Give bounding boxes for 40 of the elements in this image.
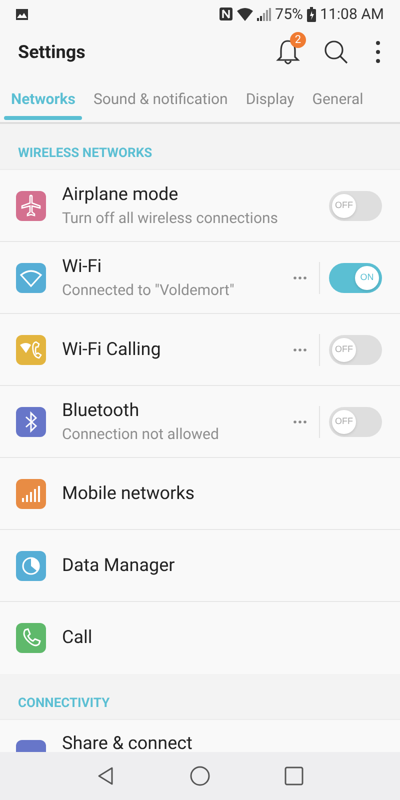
setting-title: Wi-Fi Calling: [62, 338, 162, 362]
tab[interactable]: Display: [238, 76, 302, 122]
screen-title: Settings: [18, 40, 86, 64]
setting-title: Bluetooth: [62, 398, 140, 422]
toggle-switch[interactable]: OFF: [329, 334, 382, 364]
nfc-icon: [219, 7, 234, 21]
notification-badge: 2: [290, 32, 306, 48]
battery-percent: 75%: [275, 4, 304, 25]
battery-icon: [307, 6, 316, 22]
switch-label: ON: [355, 266, 379, 290]
clock-time: 11:08 AM: [320, 4, 384, 25]
setting-title: Airplane mode: [62, 182, 180, 206]
setting-title: Wi-Fi: [62, 254, 103, 278]
section-header: WIRELESS NETWORKS: [18, 144, 152, 162]
recent-apps-button[interactable]: [282, 764, 306, 788]
setting-description: Connection not allowed: [62, 424, 220, 444]
tab[interactable]: Sound & notification: [86, 76, 235, 122]
tab[interactable]: General: [305, 76, 370, 122]
tab[interactable]: Networks: [4, 76, 82, 122]
switch-label: OFF: [332, 194, 356, 218]
toggle-switch[interactable]: ON: [329, 262, 382, 292]
kebab-menu-icon[interactable]: [375, 40, 381, 64]
switch-label: OFF: [332, 410, 356, 434]
image-icon: [16, 8, 28, 20]
signal-icon: [257, 8, 272, 20]
switch-label: OFF: [332, 338, 356, 362]
more-icon[interactable]: [293, 276, 307, 280]
toggle-switch[interactable]: OFF: [329, 406, 382, 436]
setting-description: Connected to "Voldemort": [62, 280, 236, 300]
section-header: CONNECTIVITY: [18, 694, 110, 712]
setting-title: Data Manager: [62, 554, 176, 578]
more-icon[interactable]: [293, 348, 307, 352]
setting-title: Share & connect: [62, 732, 194, 752]
setting-title: Call: [62, 626, 94, 650]
setting-description: Turn off all wireless connections: [62, 208, 280, 228]
setting-title: Mobile networks: [62, 482, 196, 506]
more-icon[interactable]: [293, 420, 307, 424]
wifi-icon: [237, 8, 254, 20]
home-button[interactable]: [188, 764, 212, 788]
toggle-switch[interactable]: OFF: [329, 190, 382, 220]
